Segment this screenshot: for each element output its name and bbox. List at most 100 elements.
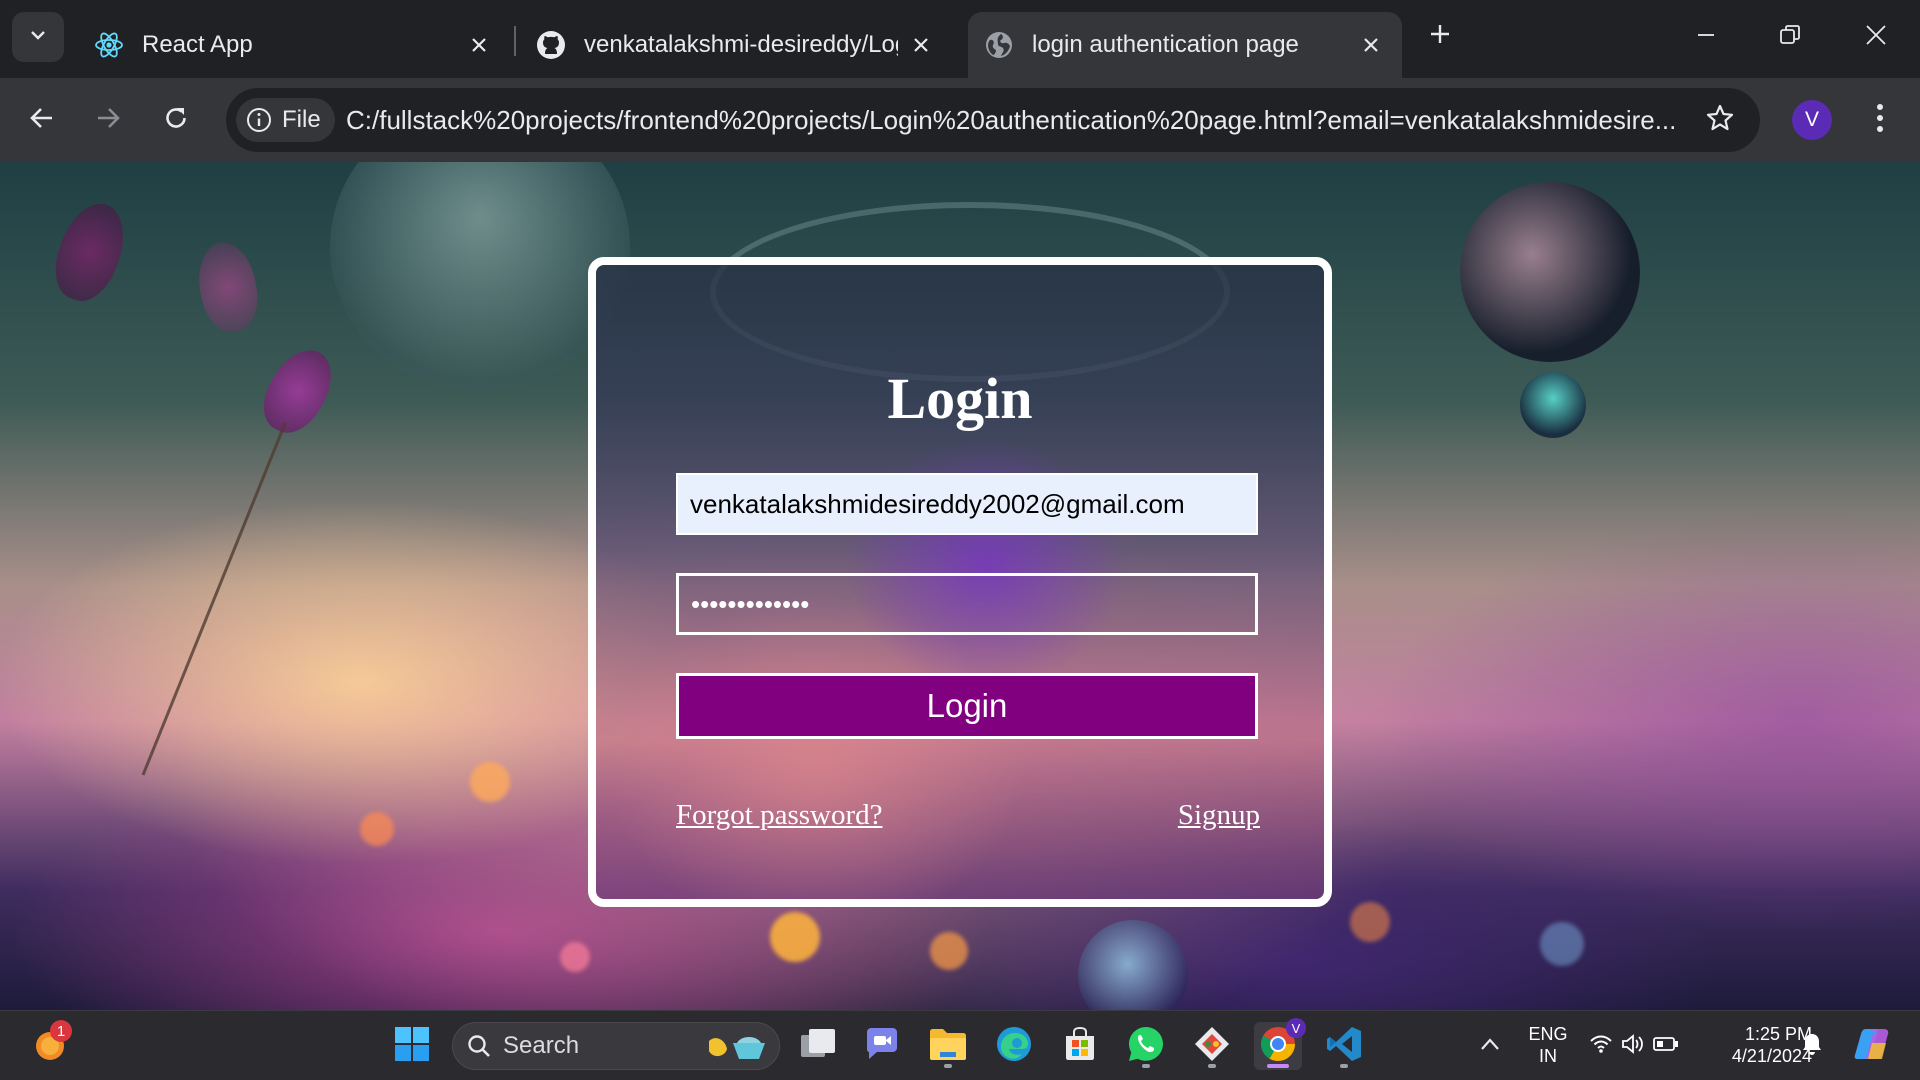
chevron-down-icon xyxy=(29,26,47,49)
forgot-password-link[interactable]: Forgot password? xyxy=(676,799,882,832)
flower-stem xyxy=(141,422,287,776)
copilot-button[interactable] xyxy=(1848,1022,1896,1070)
teams-chat-button[interactable] xyxy=(858,1022,906,1070)
tab-title: venkatalakshmi-desireddy/Log xyxy=(584,31,898,58)
tab-title: login authentication page xyxy=(1032,31,1299,58)
arrow-right-icon xyxy=(95,105,121,136)
background-bubble xyxy=(330,162,630,392)
reload-button[interactable] xyxy=(152,96,200,144)
taskbar-search[interactable]: Search xyxy=(452,1022,780,1070)
bokeh-light xyxy=(560,942,590,972)
reload-icon xyxy=(163,105,189,136)
star-icon xyxy=(1705,103,1735,138)
password-field[interactable] xyxy=(676,573,1258,635)
more-vertical-icon xyxy=(1876,103,1884,138)
info-icon xyxy=(247,108,271,132)
tab-strip: React App venkatalakshmi-desireddy/Log l… xyxy=(0,0,1920,78)
microsoft-store-button[interactable] xyxy=(1056,1022,1104,1070)
vscode-button[interactable] xyxy=(1320,1022,1368,1070)
whatsapp-button[interactable] xyxy=(1122,1022,1170,1070)
address-bar[interactable]: File C:/fullstack%20projects/frontend%20… xyxy=(226,88,1760,152)
notifications-button[interactable] xyxy=(1794,1022,1830,1070)
start-button[interactable] xyxy=(388,1022,436,1070)
folder-icon xyxy=(928,1026,968,1067)
bokeh-light xyxy=(470,762,510,802)
bell-icon xyxy=(1801,1032,1823,1061)
globe-icon xyxy=(984,30,1014,60)
windows-logo-icon xyxy=(394,1026,430,1067)
login-card: Login Login Forgot password? Signup xyxy=(588,257,1332,907)
windows-taskbar: 1 Search V ENG IN 1:25 PM 4/21/2024 xyxy=(0,1010,1920,1080)
running-indicator xyxy=(1142,1064,1150,1068)
bokeh-light xyxy=(1540,922,1584,966)
file-explorer-button[interactable] xyxy=(924,1022,972,1070)
git-diamond-icon xyxy=(1193,1025,1231,1068)
quick-settings-button[interactable] xyxy=(1584,1022,1684,1070)
login-title: Login xyxy=(887,366,1033,431)
close-icon[interactable] xyxy=(1356,30,1386,60)
running-indicator xyxy=(1340,1064,1348,1068)
edge-button[interactable] xyxy=(990,1022,1038,1070)
browser-menu-button[interactable] xyxy=(1862,98,1898,142)
profile-avatar[interactable]: V xyxy=(1792,100,1832,140)
close-icon[interactable] xyxy=(906,30,936,60)
battery-icon xyxy=(1653,1036,1679,1057)
page-viewport: Login Login Forgot password? Signup xyxy=(0,162,1920,1010)
login-button[interactable]: Login xyxy=(676,673,1258,739)
notification-badge: 1 xyxy=(50,1020,72,1042)
tab-github[interactable]: venkatalakshmi-desireddy/Log xyxy=(520,12,952,78)
background-bubble xyxy=(1078,920,1188,1010)
react-icon xyxy=(94,30,124,60)
whatsapp-icon xyxy=(1127,1025,1165,1068)
bokeh-light xyxy=(770,912,820,962)
chrome-button[interactable]: V xyxy=(1254,1018,1306,1070)
copilot-icon xyxy=(1852,1025,1892,1068)
minimize-button[interactable] xyxy=(1676,14,1736,60)
restore-button[interactable] xyxy=(1760,14,1820,60)
volume-icon xyxy=(1621,1033,1645,1060)
background-bubble xyxy=(1520,372,1586,438)
chrome-profile-badge: V xyxy=(1286,1018,1306,1038)
signup-link[interactable]: Signup xyxy=(1178,799,1260,832)
close-window-button[interactable] xyxy=(1846,14,1906,60)
close-icon xyxy=(1865,24,1887,51)
git-client-button[interactable] xyxy=(1188,1022,1236,1070)
edge-icon xyxy=(995,1025,1033,1068)
search-placeholder: Search xyxy=(503,1032,580,1059)
browser-toolbar: File C:/fullstack%20projects/frontend%20… xyxy=(0,78,1920,162)
bokeh-light xyxy=(930,932,968,970)
bokeh-light xyxy=(1350,902,1390,942)
email-field[interactable] xyxy=(676,473,1258,535)
back-button[interactable] xyxy=(18,96,66,144)
wifi-icon xyxy=(1589,1034,1613,1059)
tab-title: React App xyxy=(142,31,253,58)
bookmark-button[interactable] xyxy=(1702,102,1738,138)
show-hidden-icons-button[interactable] xyxy=(1466,1022,1514,1070)
weather-widget[interactable]: 1 xyxy=(24,1020,72,1070)
chat-icon xyxy=(863,1026,901,1067)
flower-decoration xyxy=(44,194,136,310)
plus-icon xyxy=(1429,23,1451,50)
tab-login-page[interactable]: login authentication page xyxy=(968,12,1402,78)
task-view-button[interactable] xyxy=(794,1022,842,1070)
flower-decoration xyxy=(192,237,264,337)
language-code: ENG xyxy=(1528,1024,1568,1044)
region-code: IN xyxy=(1539,1046,1557,1066)
background-bubble xyxy=(1460,182,1640,362)
tab-divider xyxy=(514,26,516,56)
site-chip-label: File xyxy=(282,106,321,133)
close-icon[interactable] xyxy=(464,30,494,60)
store-icon xyxy=(1062,1026,1098,1067)
tab-search-button[interactable] xyxy=(12,12,64,62)
flower-decoration xyxy=(251,338,345,444)
vscode-icon xyxy=(1325,1025,1363,1068)
forward-button[interactable] xyxy=(84,96,132,144)
bokeh-light xyxy=(360,812,394,846)
search-highlight-icon xyxy=(705,1031,767,1070)
tab-react-app[interactable]: React App xyxy=(78,12,510,78)
new-tab-button[interactable] xyxy=(1422,18,1458,54)
input-language-indicator[interactable]: ENG IN xyxy=(1520,1023,1576,1067)
url-text[interactable]: C:/fullstack%20projects/frontend%20proje… xyxy=(346,88,1676,152)
search-icon xyxy=(468,1035,490,1057)
site-info-chip[interactable]: File xyxy=(236,98,335,142)
